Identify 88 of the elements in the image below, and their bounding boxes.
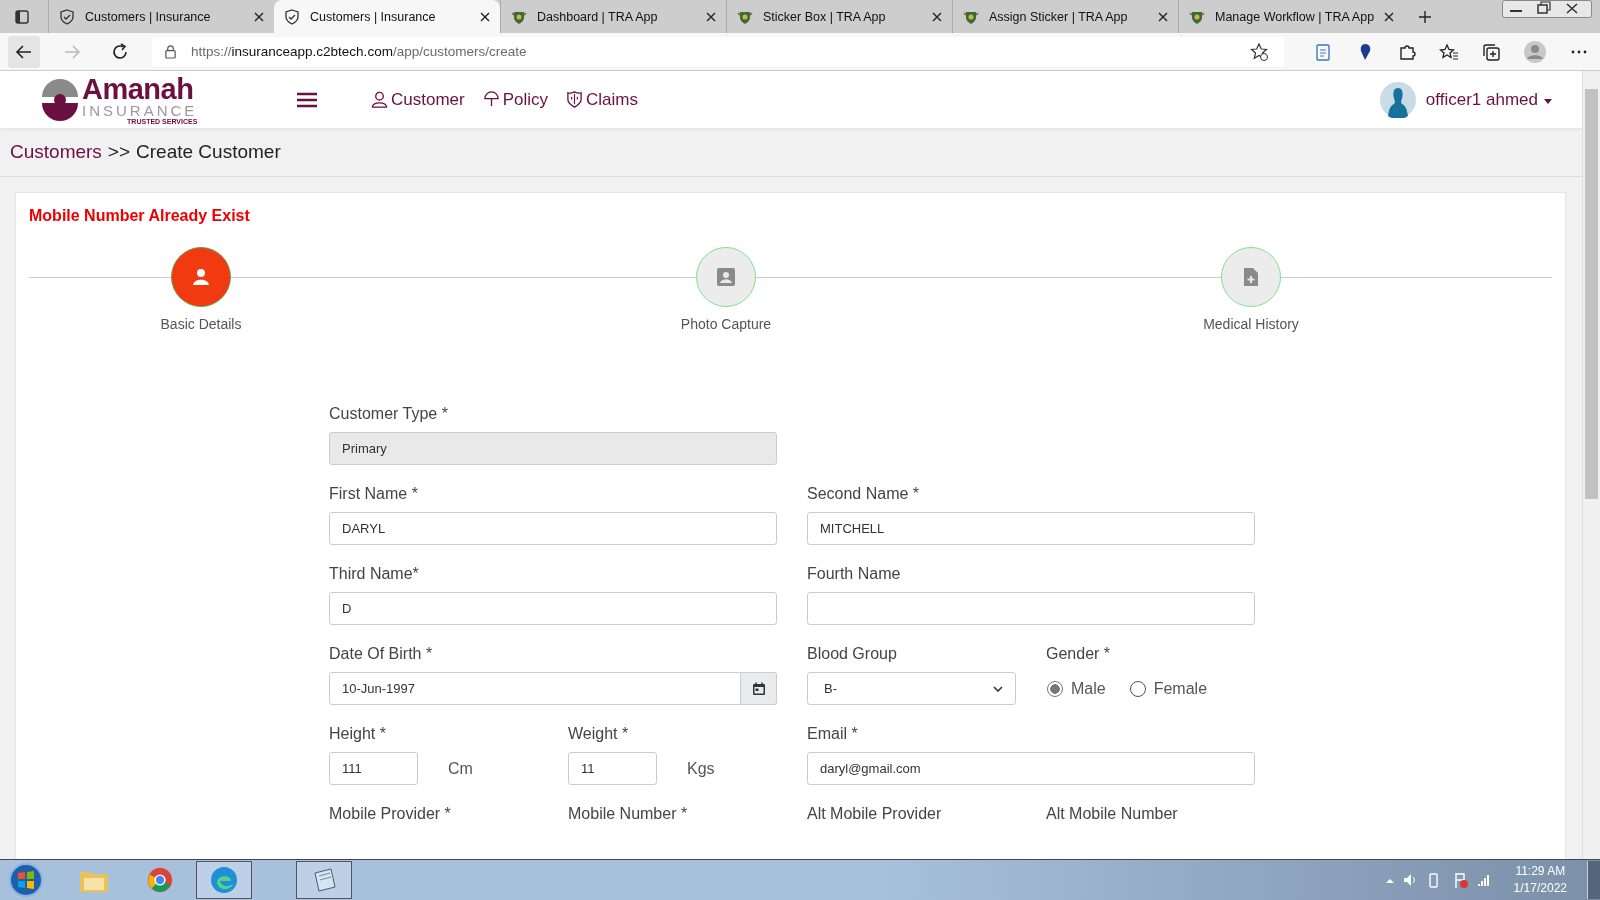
add-favorite-icon[interactable] bbox=[1249, 41, 1269, 62]
field-label: Email * bbox=[807, 725, 859, 743]
field-label: Alt Mobile Number bbox=[1046, 805, 1179, 823]
select-field[interactable]: B- bbox=[807, 672, 1016, 705]
chevron-icon bbox=[993, 685, 1003, 692]
unit-label: Cm bbox=[448, 759, 473, 778]
field-label: First Name * bbox=[329, 485, 419, 503]
input-field[interactable] bbox=[807, 592, 1255, 625]
input-field[interactable]: DARYL bbox=[329, 512, 777, 545]
breadcrumb-link[interactable]: Customers bbox=[10, 141, 102, 163]
input-field[interactable]: MITCHELL bbox=[807, 512, 1255, 545]
scrollbar[interactable] bbox=[1582, 71, 1600, 859]
person-icon bbox=[191, 267, 211, 287]
lock-icon bbox=[164, 44, 177, 59]
radio-button[interactable] bbox=[1047, 680, 1063, 697]
step-button[interactable] bbox=[171, 247, 231, 307]
shield-icon bbox=[566, 91, 584, 108]
input-field[interactable]: daryl@gmail.com bbox=[807, 752, 1255, 785]
radio-label: Female bbox=[1153, 679, 1208, 698]
field-label: Blood Group bbox=[807, 645, 898, 663]
edge-icon bbox=[209, 865, 239, 895]
calendar-icon bbox=[751, 681, 766, 696]
nav-link[interactable]: Claims bbox=[566, 89, 638, 110]
radio-label: Male bbox=[1071, 679, 1106, 698]
close-icon[interactable] bbox=[1384, 11, 1395, 22]
clock-date: 1/17/2022 bbox=[1513, 880, 1567, 897]
nav-link[interactable]: Policy bbox=[482, 89, 549, 110]
input-field: Primary bbox=[329, 432, 777, 465]
clipboard-icon[interactable] bbox=[1313, 41, 1333, 62]
close-icon[interactable] bbox=[706, 11, 716, 22]
show-desktop-button[interactable] bbox=[1587, 861, 1600, 899]
file-plus-icon bbox=[1241, 267, 1261, 287]
field-label: Customer Type * bbox=[329, 405, 449, 423]
field-label: Mobile Provider * bbox=[329, 805, 452, 823]
back-icon[interactable] bbox=[8, 35, 40, 68]
field-label: Weight * bbox=[568, 725, 630, 743]
logo-icon bbox=[40, 78, 80, 121]
new-tab-icon[interactable] bbox=[1418, 9, 1432, 24]
field-label: Mobile Number * bbox=[568, 805, 689, 823]
breadcrumb-separator: >> bbox=[107, 141, 131, 163]
window-controls-icon[interactable] bbox=[1502, 0, 1592, 18]
caret-icon bbox=[1544, 99, 1552, 104]
step-label: Medical History bbox=[1203, 316, 1299, 332]
field-label: Third Name* bbox=[329, 565, 420, 583]
browser-tab[interactable]: Customers | Insurance bbox=[274, 0, 500, 33]
step-button[interactable] bbox=[696, 247, 756, 307]
step-label: Basic Details bbox=[160, 316, 242, 332]
shield-icon bbox=[284, 8, 300, 25]
logo-name: Amanah bbox=[82, 74, 195, 104]
field-label: Fourth Name bbox=[807, 565, 902, 583]
field-label: Height * bbox=[329, 725, 387, 743]
close-icon[interactable] bbox=[1158, 11, 1168, 22]
step-label: Photo Capture bbox=[680, 316, 772, 332]
tab-actions-icon[interactable] bbox=[14, 8, 30, 25]
user-menu[interactable]: officer1 ahmed bbox=[1425, 89, 1552, 110]
input-field[interactable]: 111 bbox=[329, 752, 418, 785]
favorites-icon[interactable] bbox=[1439, 41, 1459, 62]
taskbar-item[interactable] bbox=[196, 861, 252, 899]
radio-button[interactable] bbox=[1129, 680, 1146, 697]
error-message: Mobile Number Already Exist bbox=[29, 207, 251, 225]
address-field[interactable]: https://insuranceapp.c2btech.com/app/customers/create bbox=[152, 36, 1284, 67]
field-label: Alt Mobile Provider bbox=[807, 805, 943, 823]
avatar-icon bbox=[1379, 81, 1416, 118]
shield-icon bbox=[59, 8, 75, 25]
step-button[interactable] bbox=[1221, 247, 1281, 307]
close-icon[interactable] bbox=[254, 11, 264, 22]
input-field[interactable]: 11 bbox=[568, 752, 657, 785]
close-icon[interactable] bbox=[480, 11, 490, 22]
field-label: Gender * bbox=[1046, 645, 1112, 663]
start-icon[interactable] bbox=[8, 862, 44, 898]
portrait-icon bbox=[716, 267, 736, 287]
close-icon[interactable] bbox=[932, 11, 942, 22]
profile-icon[interactable] bbox=[1523, 39, 1547, 64]
field-label: Date Of Birth * bbox=[329, 645, 434, 663]
clock-time: 11:29 AM bbox=[1515, 863, 1566, 880]
umbrella-icon bbox=[482, 91, 500, 108]
date-field[interactable]: 10-Jun-1997 bbox=[329, 672, 741, 705]
nav-link[interactable]: Customer bbox=[371, 89, 465, 110]
taskbar-item[interactable] bbox=[296, 861, 352, 899]
breadcrumb-current: Create Customer bbox=[136, 141, 281, 163]
collections-icon[interactable] bbox=[1481, 41, 1501, 62]
field-label: Second Name * bbox=[807, 485, 921, 503]
logo-subtitle: INSURANCE bbox=[82, 102, 198, 118]
unit-label: Kgs bbox=[687, 759, 715, 778]
calendar-button[interactable] bbox=[741, 672, 777, 705]
menu-icon[interactable] bbox=[297, 91, 317, 108]
input-field[interactable]: D bbox=[329, 592, 777, 625]
user-icon bbox=[371, 91, 388, 108]
